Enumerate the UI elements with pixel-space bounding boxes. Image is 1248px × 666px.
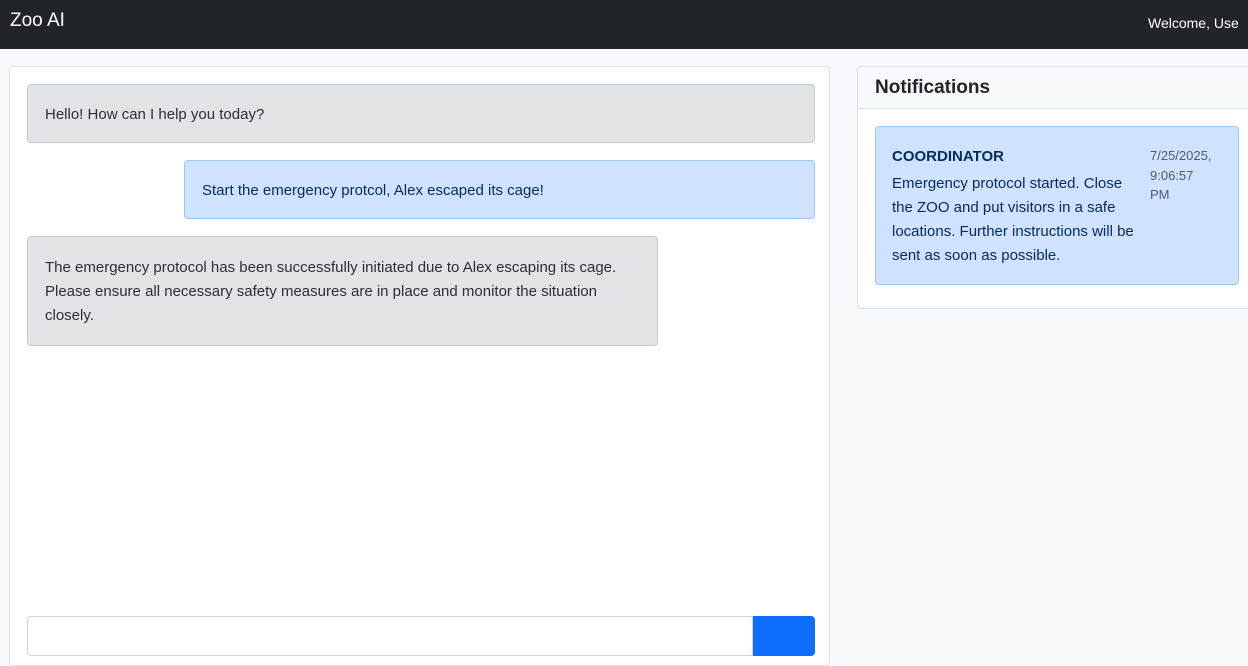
top-navbar: Zoo AI Welcome, Use — [0, 0, 1248, 49]
welcome-text: Welcome, Use — [1148, 15, 1239, 31]
notification-message: Emergency protocol started. Close the ZO… — [892, 175, 1134, 264]
notification-item: COORDINATOR Emergency protocol started. … — [875, 126, 1239, 285]
notifications-panel: Notifications COORDINATOR Emergency prot… — [857, 66, 1248, 309]
chat-message-input[interactable] — [27, 616, 753, 656]
notifications-title: Notifications — [875, 77, 991, 98]
notification-timestamp: 7/25/2025, 9:06:57 PM — [1150, 146, 1238, 205]
notifications-header: Notifications — [858, 67, 1248, 109]
notification-period: PM — [1150, 187, 1170, 202]
assistant-message: The emergency protocol has been successf… — [27, 236, 658, 346]
user-message: Start the emergency protcol, Alex escape… — [184, 160, 815, 219]
assistant-message: Hello! How can I help you today? — [27, 84, 815, 143]
notification-sender: COORDINATOR — [892, 148, 1004, 165]
notification-date: 7/25/2025, — [1150, 148, 1212, 163]
notification-time: 9:06:57 — [1150, 168, 1194, 183]
chat-panel: Hello! How can I help you today? Start t… — [9, 66, 830, 666]
send-button[interactable] — [753, 616, 815, 656]
brand-logo-text[interactable]: Zoo AI — [10, 9, 65, 33]
